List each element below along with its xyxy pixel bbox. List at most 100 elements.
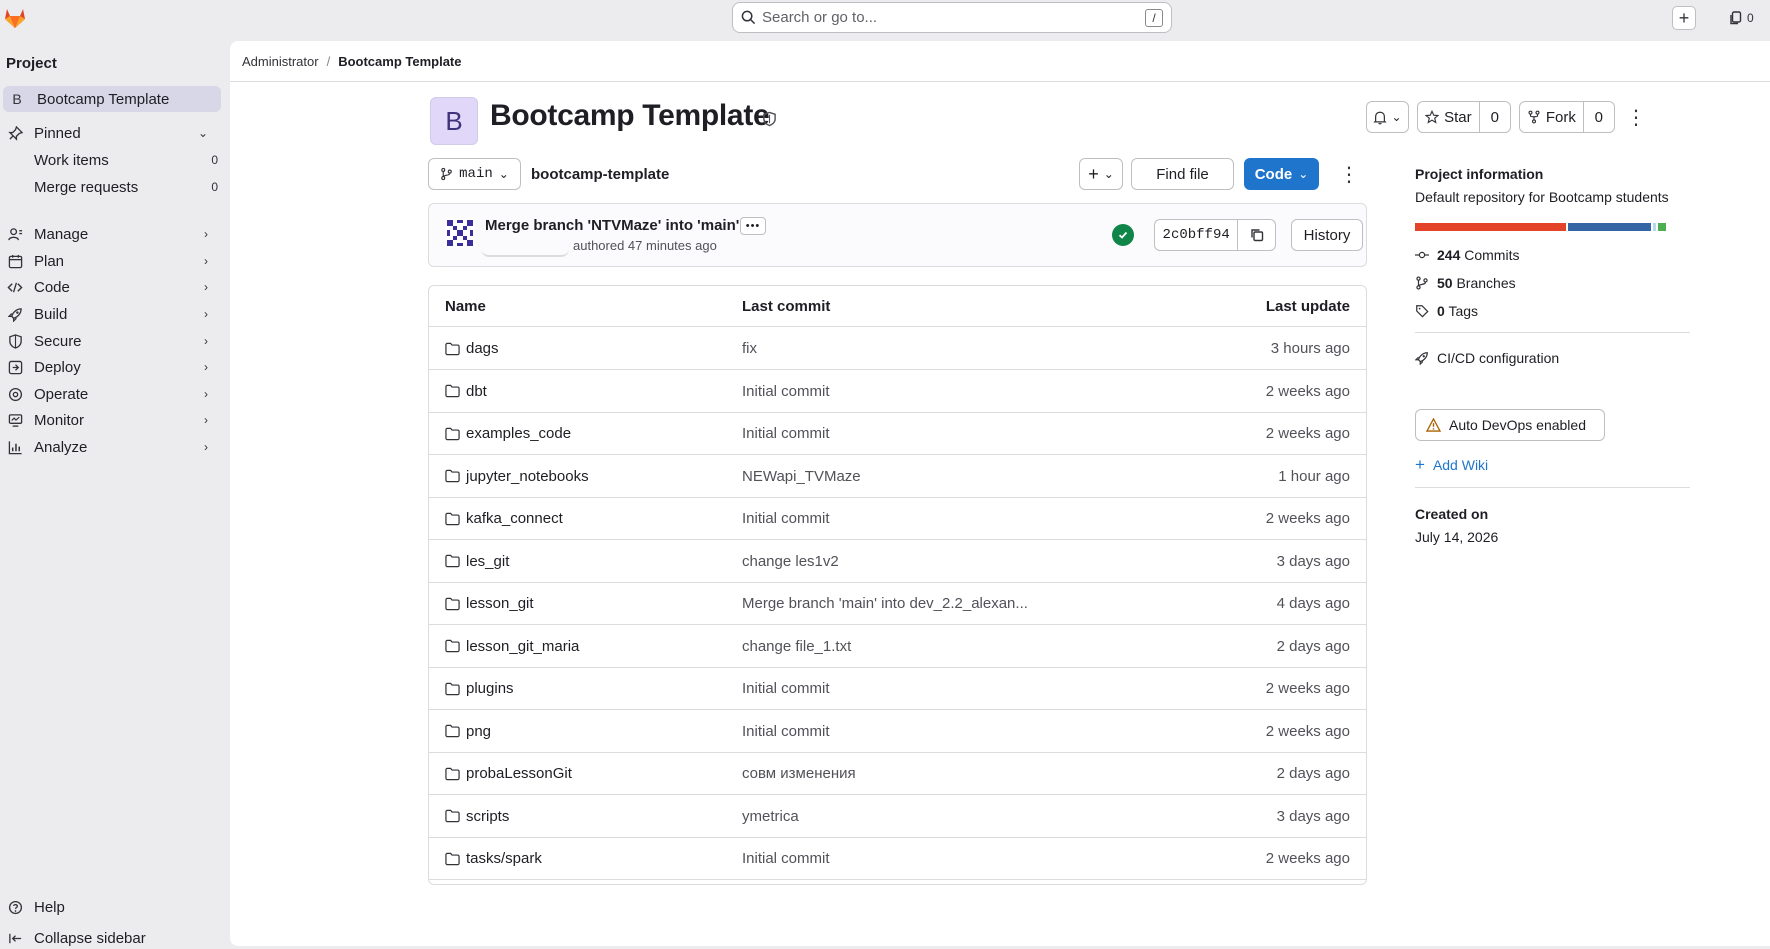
star-button[interactable]: Star bbox=[1418, 102, 1479, 132]
last-commit-message[interactable]: Merge branch 'main' into dev_2.2_alexan.… bbox=[742, 583, 1028, 624]
history-button[interactable]: History bbox=[1291, 219, 1363, 251]
breadcrumb-current[interactable]: Bootcamp Template bbox=[338, 54, 461, 69]
find-file-button[interactable]: Find file bbox=[1131, 158, 1234, 190]
commit-title-link[interactable]: Merge branch 'NTVMaze' into 'main' bbox=[485, 217, 739, 234]
sidebar-item-pinned[interactable]: Pinned ⌄ bbox=[0, 120, 218, 146]
language-bar[interactable] bbox=[1415, 223, 1690, 231]
create-new-button[interactable]: + bbox=[1672, 6, 1696, 30]
sidebar-item-secure[interactable]: Secure › bbox=[0, 328, 218, 354]
file-name-cell[interactable]: dags bbox=[445, 328, 499, 369]
file-name-cell[interactable]: scripts bbox=[445, 796, 509, 837]
file-name[interactable]: probaLessonGit bbox=[466, 765, 572, 782]
table-row[interactable]: scripts ymetrica 3 days ago bbox=[429, 796, 1366, 838]
branches-link[interactable]: 50 Branches bbox=[1415, 273, 1516, 293]
sidebar-help[interactable]: Help bbox=[0, 894, 218, 920]
file-name-cell[interactable]: les_git bbox=[445, 541, 509, 582]
file-name[interactable]: scripts bbox=[466, 808, 509, 825]
author-avatar[interactable] bbox=[445, 218, 475, 248]
language-segment[interactable] bbox=[1415, 223, 1566, 231]
repo-more-actions-icon[interactable]: ⋮ bbox=[1339, 158, 1359, 190]
table-row[interactable]: les_git change les1v2 3 days ago bbox=[429, 541, 1366, 583]
merge-requests-top-button[interactable]: 0 bbox=[1729, 6, 1754, 30]
last-commit-message[interactable]: NEWapi_TVMaze bbox=[742, 456, 861, 497]
breadcrumb-parent[interactable]: Administrator bbox=[242, 54, 319, 69]
last-commit-message[interactable]: Initial commit bbox=[742, 838, 830, 879]
last-commit-message[interactable]: Initial commit bbox=[742, 371, 830, 412]
last-commit-message[interactable]: ymetrica bbox=[742, 796, 799, 837]
commit-sha[interactable]: 2c0bff94 bbox=[1155, 220, 1237, 250]
last-commit-message[interactable]: change file_1.txt bbox=[742, 626, 851, 667]
search-input[interactable]: Search or go to... / bbox=[732, 2, 1172, 33]
sidebar-item-project[interactable]: B Bootcamp Template bbox=[3, 86, 221, 112]
file-name[interactable]: examples_code bbox=[466, 425, 571, 442]
table-row[interactable]: probaLessonGit совм изменения 2 days ago bbox=[429, 753, 1366, 795]
table-row[interactable]: dags fix 3 hours ago bbox=[429, 328, 1366, 370]
language-segment[interactable] bbox=[1568, 223, 1651, 231]
expand-commit-description-button[interactable]: ••• bbox=[740, 217, 766, 235]
repo-path[interactable]: bootcamp-template bbox=[531, 166, 669, 183]
commits-link[interactable]: 244 Commits bbox=[1415, 245, 1519, 265]
sidebar-item-operate[interactable]: Operate › bbox=[0, 381, 218, 407]
language-segment[interactable] bbox=[1658, 223, 1666, 231]
sidebar-item-plan[interactable]: Plan › bbox=[0, 248, 218, 274]
author-name[interactable] bbox=[481, 243, 569, 257]
file-name-cell[interactable]: dbt bbox=[445, 371, 487, 412]
file-name-cell[interactable]: tasks/spark bbox=[445, 838, 542, 879]
table-row[interactable]: png Initial commit 2 weeks ago bbox=[429, 711, 1366, 753]
fork-button[interactable]: Fork bbox=[1520, 102, 1583, 132]
copy-sha-button[interactable] bbox=[1238, 220, 1275, 250]
sidebar-item-merge-requests[interactable]: Merge requests 0 bbox=[34, 174, 218, 200]
file-name-cell[interactable]: examples_code bbox=[445, 413, 571, 454]
file-name-cell[interactable]: .bash_logout bbox=[445, 881, 550, 885]
pipeline-passed-icon[interactable] bbox=[1112, 224, 1134, 246]
language-segment[interactable] bbox=[1653, 223, 1656, 231]
file-name[interactable]: dags bbox=[466, 340, 499, 357]
auto-devops-button[interactable]: Auto DevOps enabled bbox=[1415, 409, 1605, 441]
file-name[interactable]: plugins bbox=[466, 680, 514, 697]
fork-count[interactable]: 0 bbox=[1584, 102, 1614, 132]
sidebar-item-build[interactable]: Build › bbox=[0, 301, 218, 327]
sidebar-item-analyze[interactable]: Analyze › bbox=[0, 434, 218, 460]
sidebar-item-deploy[interactable]: Deploy › bbox=[0, 354, 218, 380]
sidebar-item-code[interactable]: Code › bbox=[0, 274, 218, 300]
code-dropdown-button[interactable]: Code ⌄ bbox=[1244, 158, 1319, 190]
sidebar-item-monitor[interactable]: Monitor › bbox=[0, 407, 218, 433]
tags-link[interactable]: 0 Tags bbox=[1415, 301, 1478, 321]
file-name-cell[interactable]: lesson_git_maria bbox=[445, 626, 579, 667]
file-name[interactable]: tasks/spark bbox=[466, 850, 542, 867]
file-name[interactable]: les_git bbox=[466, 553, 509, 570]
notification-button[interactable]: ⌄ bbox=[1366, 101, 1409, 133]
file-name[interactable]: jupyter_notebooks bbox=[466, 468, 589, 485]
table-row[interactable]: kafka_connect Initial commit 2 weeks ago bbox=[429, 498, 1366, 540]
branch-selector[interactable]: main ⌄ bbox=[428, 158, 521, 190]
table-row[interactable]: examples_code Initial commit 2 weeks ago bbox=[429, 413, 1366, 455]
file-name-cell[interactable]: jupyter_notebooks bbox=[445, 456, 589, 497]
table-row[interactable]: lesson_git_maria change file_1.txt 2 days … bbox=[429, 626, 1366, 668]
last-commit-message[interactable]: Initial commit bbox=[742, 498, 830, 539]
add-wiki-link[interactable]: + Add Wiki bbox=[1415, 455, 1488, 475]
more-actions-icon[interactable]: ⋮ bbox=[1626, 101, 1646, 133]
last-commit-message[interactable]: Initial commit bbox=[742, 881, 830, 885]
sidebar-item-work-items[interactable]: Work items 0 bbox=[34, 147, 218, 173]
file-name-cell[interactable]: kafka_connect bbox=[445, 498, 563, 539]
last-commit-message[interactable]: change les1v2 bbox=[742, 541, 839, 582]
star-count[interactable]: 0 bbox=[1480, 102, 1510, 132]
file-name[interactable]: png bbox=[466, 723, 491, 740]
file-name[interactable]: lesson_git bbox=[466, 595, 534, 612]
table-row[interactable]: tasks/spark Initial commit 2 weeks ago bbox=[429, 838, 1366, 880]
last-commit-message[interactable]: совм изменения bbox=[742, 753, 856, 794]
table-row[interactable]: plugins Initial commit 2 weeks ago bbox=[429, 668, 1366, 710]
table-row[interactable]: .bash_logout Initial commit 2 weeks ago bbox=[429, 881, 1366, 885]
file-name[interactable]: kafka_connect bbox=[466, 510, 563, 527]
add-file-dropdown[interactable]: + ⌄ bbox=[1079, 158, 1123, 190]
sidebar-item-manage[interactable]: Manage › bbox=[0, 221, 218, 247]
file-name-cell[interactable]: probaLessonGit bbox=[445, 753, 572, 794]
last-commit-message[interactable]: Initial commit bbox=[742, 413, 830, 454]
last-commit-message[interactable]: fix bbox=[742, 328, 757, 369]
file-name[interactable]: dbt bbox=[466, 383, 487, 400]
last-commit-message[interactable]: Initial commit bbox=[742, 711, 830, 752]
table-row[interactable]: jupyter_notebooks NEWapi_TVMaze 1 hour ago bbox=[429, 456, 1366, 498]
file-name-cell[interactable]: plugins bbox=[445, 668, 514, 709]
gitlab-logo-icon[interactable] bbox=[2, 4, 28, 30]
file-name-cell[interactable]: lesson_git bbox=[445, 583, 534, 624]
